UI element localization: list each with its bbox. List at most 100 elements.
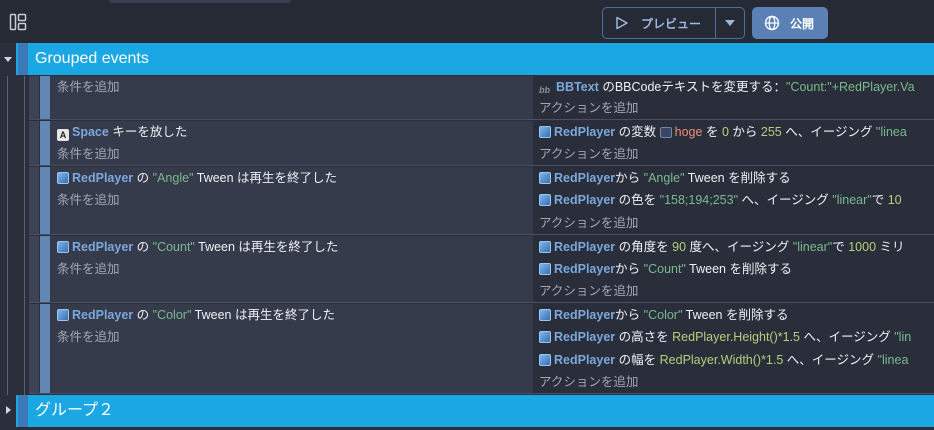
tween-name: "Color" [152, 308, 192, 322]
action-text: を [705, 125, 719, 139]
string-value: "linear" [832, 193, 872, 207]
action-row[interactable]: RedPlayerから "Count" Tween を削除する [539, 258, 792, 280]
publish-button[interactable]: 公開 [752, 7, 828, 39]
group-header[interactable]: グループ２ [0, 395, 934, 427]
action-row[interactable]: RedPlayerから "Color" Tween を削除する [539, 304, 788, 326]
number-value: 255 [760, 125, 782, 139]
action-row[interactable]: RedPlayer の色を "158;194;253" へ、イージング "lin… [539, 189, 902, 211]
preview-dropdown-button[interactable] [716, 8, 744, 38]
group-title: Grouped events [35, 50, 149, 67]
conditions-panel [50, 76, 562, 119]
action-text: ミリ [879, 240, 905, 254]
object-name: RedPlayer [72, 308, 134, 322]
key-name: Space [72, 125, 109, 139]
add-condition-link[interactable]: 条件を追加 [57, 326, 120, 348]
action-text: Tween を削除する [689, 262, 792, 276]
action-text: から [615, 262, 641, 276]
event-handle[interactable] [40, 236, 50, 302]
action-text: の高さを [618, 330, 669, 344]
event-indent [29, 76, 39, 119]
number-value: 10 [887, 193, 902, 207]
add-condition-link[interactable]: 条件を追加 [57, 258, 120, 280]
preview-button[interactable]: プレビュー [603, 8, 715, 38]
sprite-icon [539, 172, 551, 184]
group-header[interactable]: Grouped events [0, 43, 934, 75]
group-color-bar [18, 395, 28, 427]
group-title: グループ２ [35, 402, 115, 419]
events-sheet: プレビュー 公開 Grouped events 条件を追加 bb BBText … [0, 0, 934, 430]
layout-panels-icon[interactable] [9, 13, 27, 31]
chevron-right-icon [6, 406, 11, 414]
sprite-icon [57, 172, 69, 184]
action-row[interactable]: RedPlayer の幅を RedPlayer.Width()*1.5 へ、イー… [539, 349, 908, 371]
string-value: "linear" [792, 240, 833, 254]
object-name: BBText [556, 80, 599, 94]
tab-strip-remnant [110, 0, 290, 3]
action-row[interactable]: RedPlayer の高さを RedPlayer.Height()*1.5 へ、… [539, 326, 911, 348]
action-text: の色を [618, 193, 657, 207]
action-text: へ、イージング [786, 353, 875, 367]
condition-text: の [136, 240, 150, 254]
event-handle[interactable] [40, 121, 50, 165]
event-indent [29, 236, 39, 302]
event-row[interactable]: RedPlayer の "Color" Tween は再生を終了した 条件を追加… [29, 304, 934, 394]
add-action-link[interactable]: アクションを追加 [539, 97, 638, 119]
event-row[interactable]: RedPlayer の "Count" Tween は再生を終了した 条件を追加… [29, 236, 934, 303]
action-value: "Count:"+RedPlayer.Va [786, 80, 915, 94]
group-color-bar [18, 43, 28, 75]
event-handle[interactable] [40, 304, 50, 393]
add-action-link[interactable]: アクションを追加 [539, 371, 638, 393]
action-text: から [615, 171, 641, 185]
add-condition-link[interactable]: 条件を追加 [57, 189, 120, 211]
condition-text: Tween は再生を終了した [198, 240, 339, 254]
number-value: 1000 [848, 240, 877, 254]
sprite-icon [57, 241, 69, 253]
add-condition-link[interactable]: 条件を追加 [57, 143, 120, 165]
toolbar: プレビュー 公開 [0, 0, 934, 44]
action-row[interactable]: RedPlayer の角度を 90 度へ、イージング "linear"で 100… [539, 236, 905, 258]
event-row[interactable]: 条件を追加 bb BBText のBBCodeテキストを変更する："Count:"… [29, 76, 934, 120]
action-text: Tween を削除する [685, 308, 789, 322]
object-name: RedPlayer [554, 125, 616, 139]
string-value: "Color" [643, 308, 683, 322]
action-row[interactable]: RedPlayerから "Angle" Tween を削除する [539, 167, 791, 189]
keyboard-icon: A [57, 129, 69, 141]
number-value: 0 [721, 125, 729, 139]
publish-label: 公開 [790, 16, 815, 31]
condition-text: キーを放した [112, 125, 188, 139]
object-name: RedPlayer [554, 240, 616, 254]
condition-row[interactable]: RedPlayer の "Angle" Tween は再生を終了した [57, 167, 337, 189]
preview-button-group: プレビュー [602, 7, 745, 39]
add-action-link[interactable]: アクションを追加 [539, 143, 638, 165]
variable-name: hoge [674, 125, 703, 139]
event-row[interactable]: RedPlayer の "Angle" Tween は再生を終了した 条件を追加… [29, 167, 934, 235]
condition-row[interactable]: RedPlayer の "Color" Tween は再生を終了した [57, 304, 335, 326]
sprite-icon [57, 309, 69, 321]
action-row[interactable]: RedPlayer の変数 hoge を 0 から 255 へ、イージング "l… [539, 121, 907, 143]
string-value: "158;194;253" [659, 193, 739, 207]
sprite-icon [539, 241, 551, 253]
play-icon [616, 16, 628, 30]
action-row[interactable]: bb BBText のBBCodeテキストを変更する："Count:"+RedPl… [539, 76, 915, 98]
expression-value: RedPlayer.Width()*1.5 [659, 353, 784, 367]
group-collapse-toggle[interactable] [0, 43, 16, 75]
event-handle[interactable] [40, 76, 50, 119]
action-text: の幅を [618, 353, 657, 367]
add-action-link[interactable]: アクションを追加 [539, 280, 638, 302]
object-name: RedPlayer [554, 171, 616, 185]
event-handle[interactable] [40, 167, 50, 234]
add-action-link[interactable]: アクションを追加 [539, 212, 638, 234]
bbtext-icon: bb [539, 85, 550, 95]
add-condition-link[interactable]: 条件を追加 [57, 76, 120, 98]
object-name: RedPlayer [72, 240, 134, 254]
condition-row[interactable]: RedPlayer の "Count" Tween は再生を終了した [57, 236, 338, 258]
condition-text: の [136, 171, 150, 185]
tween-name: "Count" [152, 240, 195, 254]
event-indent [29, 167, 39, 234]
condition-row[interactable]: A Space キーを放した [57, 121, 187, 143]
sprite-icon [539, 263, 551, 275]
event-row[interactable]: A Space キーを放した 条件を追加 RedPlayer の変数 hoge を… [29, 121, 934, 166]
group-collapse-toggle[interactable] [0, 395, 16, 427]
action-text: で [832, 240, 845, 254]
string-value: "Angle" [643, 171, 685, 185]
